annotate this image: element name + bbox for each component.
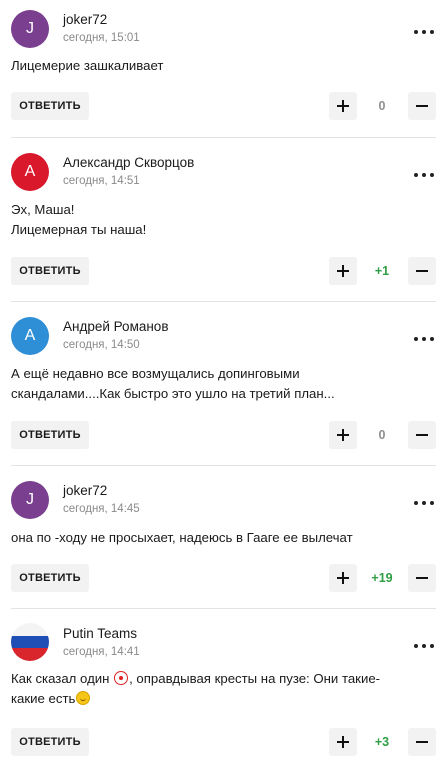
text-fragment: какие есть [11, 691, 76, 706]
minus-icon [416, 105, 428, 107]
comment-time: сегодня, 14:41 [63, 646, 140, 658]
more-options-icon[interactable] [414, 24, 434, 40]
comment-text: А ещё недавно все возмущались допинговым… [11, 364, 431, 404]
minus-icon [416, 270, 428, 272]
plus-icon [337, 736, 349, 748]
reply-button[interactable]: ОТВЕТИТЬ [11, 92, 89, 120]
minus-icon [416, 577, 428, 579]
comment-text: Лицемерие зашкаливает [11, 56, 431, 76]
reply-button[interactable]: ОТВЕТИТЬ [11, 564, 89, 592]
russian-flag-avatar[interactable] [11, 623, 49, 661]
clown-emoji-icon [114, 671, 129, 685]
divider [11, 301, 436, 302]
author-name[interactable]: joker72 [63, 12, 107, 27]
comment-text-line: Лицемерная ты наша! [11, 222, 147, 237]
author-name[interactable]: Putin Teams [63, 626, 137, 641]
vote-score: +19 [371, 571, 393, 585]
vote-score: 0 [378, 99, 386, 113]
more-options-icon[interactable] [414, 638, 434, 654]
author-name[interactable]: Андрей Романов [63, 319, 169, 334]
divider [11, 608, 436, 609]
divider [11, 137, 436, 138]
plus-icon [337, 429, 349, 441]
downvote-button[interactable] [408, 92, 436, 120]
flag-icon [11, 623, 49, 661]
comment-time: сегодня, 14:45 [63, 503, 140, 515]
avatar[interactable]: J [11, 10, 49, 48]
upvote-button[interactable] [329, 92, 357, 120]
comment-time: сегодня, 14:50 [63, 339, 140, 351]
plus-icon [337, 100, 349, 112]
text-fragment: , оправдывая кресты на пузе: Они такие- [129, 671, 381, 686]
upvote-button[interactable] [329, 421, 357, 449]
reply-button[interactable]: ОТВЕТИТЬ [11, 421, 89, 449]
minus-icon [416, 434, 428, 436]
comment-text: Эх, Маша! Лицемерная ты наша! [11, 200, 431, 240]
more-options-icon[interactable] [414, 495, 434, 511]
upvote-button[interactable] [329, 728, 357, 756]
text-fragment: Как сказал один [11, 671, 114, 686]
comment-text: она по -ходу не просыхает, надеюсь в Гаа… [11, 528, 431, 548]
downvote-button[interactable] [408, 421, 436, 449]
avatar[interactable]: А [11, 153, 49, 191]
upvote-button[interactable] [329, 564, 357, 592]
plus-icon [337, 265, 349, 277]
comment-text-line: Лицемерие зашкаливает [11, 58, 164, 73]
more-options-icon[interactable] [414, 331, 434, 347]
comment-text-line: скандалами....Как быстро это ушло на тре… [11, 386, 335, 401]
vote-score: +1 [374, 264, 390, 278]
vote-score: 0 [378, 428, 386, 442]
downvote-button[interactable] [408, 257, 436, 285]
comment-text-line: А ещё недавно все возмущались допинговым… [11, 366, 300, 381]
smile-emoji-icon [76, 691, 91, 705]
comment-text-line: Эх, Маша! [11, 202, 75, 217]
comment-text-line: Как сказал один , оправдывая кресты на п… [11, 669, 431, 689]
author-name[interactable]: Александр Скворцов [63, 155, 194, 170]
comment-text-line: какие есть [11, 689, 431, 709]
minus-icon [416, 741, 428, 743]
reply-button[interactable]: ОТВЕТИТЬ [11, 257, 89, 285]
plus-icon [337, 572, 349, 584]
more-options-icon[interactable] [414, 167, 434, 183]
downvote-button[interactable] [408, 564, 436, 592]
comment-text: Как сказал один , оправдывая кресты на п… [11, 669, 431, 709]
avatar[interactable]: А [11, 317, 49, 355]
avatar[interactable]: J [11, 481, 49, 519]
reply-button[interactable]: ОТВЕТИТЬ [11, 728, 89, 756]
comment-text-line: она по -ходу не просыхает, надеюсь в Гаа… [11, 530, 353, 545]
upvote-button[interactable] [329, 257, 357, 285]
divider [11, 465, 436, 466]
vote-score: +3 [374, 735, 390, 749]
author-name[interactable]: joker72 [63, 483, 107, 498]
downvote-button[interactable] [408, 728, 436, 756]
comment-time: сегодня, 14:51 [63, 175, 140, 187]
comment-time: сегодня, 15:01 [63, 32, 140, 44]
